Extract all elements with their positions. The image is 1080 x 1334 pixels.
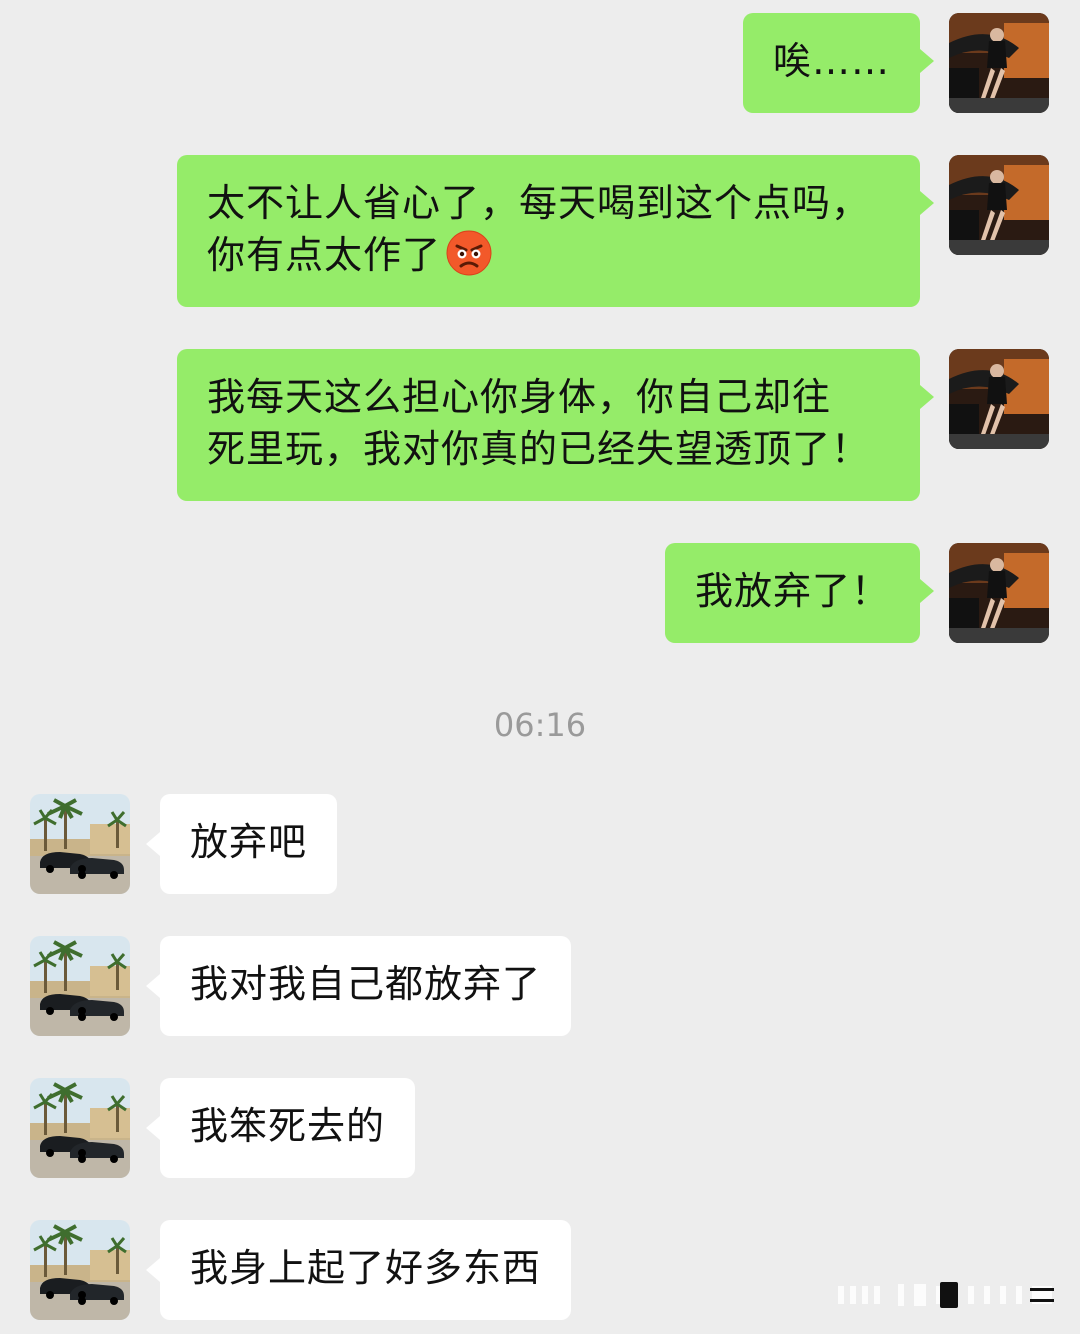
message-text: 死里玩，我对你真的已经失望透顶了！ (207, 427, 871, 471)
palm-trees-cars-avatar-image (30, 936, 130, 1036)
chat-window: 唉…… 太不让人省心了，每天喝到这个点吗， 你有点太作了 我每天这么担心你身体，… (0, 0, 1080, 1334)
contact-avatar[interactable] (30, 1078, 130, 1178)
palm-trees-cars-avatar-image (30, 794, 130, 894)
message-text: 太不让人省心了，每天喝到这个点吗， (207, 181, 871, 225)
message-timestamp: 06:16 (493, 706, 587, 744)
message-text: 我每天这么担心你身体，你自己却往 (207, 375, 832, 419)
message-bubble-sent[interactable]: 我放弃了！ (664, 543, 935, 643)
message-bubble-sent[interactable]: 太不让人省心了，每天喝到这个点吗， 你有点太作了 (177, 155, 934, 307)
message-bubble-sent[interactable]: 我每天这么担心你身体，你自己却往 死里玩，我对你真的已经失望透顶了！ (177, 349, 934, 501)
watermark-bars-icon (838, 1282, 1054, 1308)
message-text: 我放弃了！ (694, 569, 890, 613)
message-text: 放弃吧 (190, 820, 308, 864)
my-avatar[interactable] (949, 13, 1049, 113)
woman-in-car-avatar-image (949, 349, 1049, 449)
message-text: 唉…… (772, 39, 890, 83)
my-avatar[interactable] (949, 543, 1049, 643)
message-bubble-received[interactable]: 我对我自己都放弃了 (145, 936, 572, 1036)
message-text: 我笨死去的 (190, 1104, 386, 1148)
message-text: 我对我自己都放弃了 (190, 962, 542, 1006)
my-avatar[interactable] (949, 349, 1049, 449)
contact-avatar[interactable] (30, 936, 130, 1036)
palm-trees-cars-avatar-image (30, 1078, 130, 1178)
message-bubble-received[interactable]: 我笨死去的 (145, 1078, 416, 1178)
angry-face-emoji-icon (446, 230, 492, 276)
woman-in-car-avatar-image (949, 543, 1049, 643)
contact-avatar[interactable] (30, 794, 130, 894)
my-avatar[interactable] (949, 155, 1049, 255)
woman-in-car-avatar-image (949, 155, 1049, 255)
message-text-line-2: 你有点太作了 (207, 229, 890, 281)
message-bubble-sent[interactable]: 唉…… (742, 13, 935, 113)
woman-in-car-avatar-image (949, 13, 1049, 113)
message-bubble-received[interactable]: 放弃吧 (145, 794, 338, 894)
